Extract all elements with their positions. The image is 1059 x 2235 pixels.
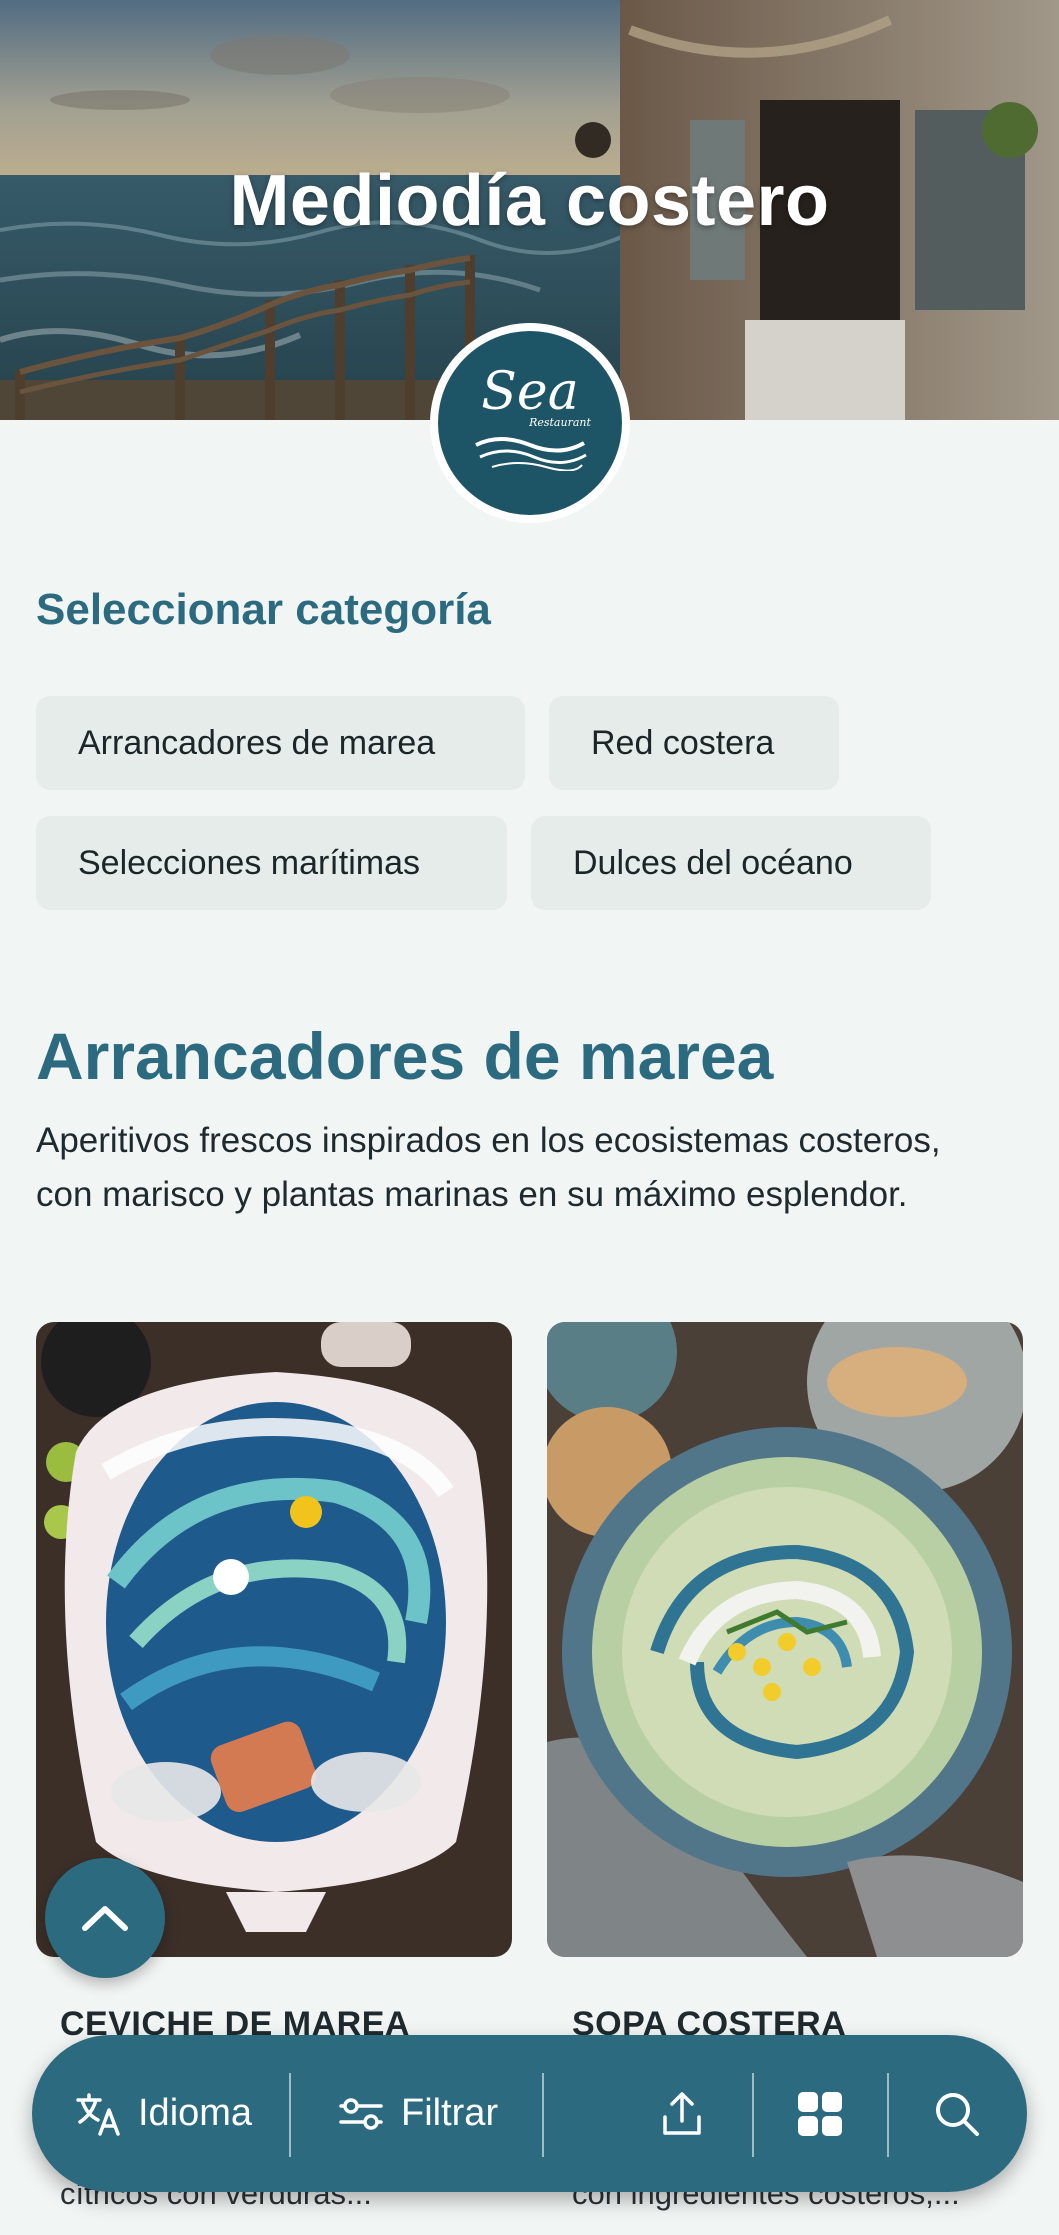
- wave-icon: [475, 436, 587, 471]
- category-description: Aperitivos frescos inspirados en los eco…: [36, 1121, 941, 1214]
- bottom-toolbar: Idioma Filtrar: [32, 2035, 1027, 2192]
- filter-icon: [339, 2097, 383, 2130]
- category-selector-label: Seleccionar categoría: [36, 585, 491, 634]
- category-title: Arrancadores de marea: [36, 1019, 774, 1093]
- share-icon: [663, 2091, 701, 2135]
- translate-icon: [76, 2092, 120, 2136]
- share-button[interactable]: [657, 2035, 707, 2192]
- toolbar-divider: [752, 2073, 754, 2157]
- grid-icon: [798, 2091, 842, 2136]
- category-chip-dulces[interactable]: Dulces del océano: [531, 816, 931, 910]
- toolbar-divider: [887, 2073, 889, 2157]
- filter-label: Filtrar: [401, 2092, 499, 2134]
- dish-card-image-sopa[interactable]: [547, 1322, 1023, 1957]
- filter-button[interactable]: Filtrar: [337, 2035, 498, 2192]
- scroll-to-top-button[interactable]: [45, 1858, 165, 1978]
- category-chip-selecciones[interactable]: Selecciones marítimas: [36, 816, 507, 910]
- restaurant-logo: Sea Restaurant: [430, 323, 630, 523]
- page-title: Mediodía costero: [229, 161, 830, 241]
- search-icon: [936, 2092, 979, 2136]
- chevron-up-icon: [82, 1906, 128, 1931]
- category-chip-arrancadores[interactable]: Arrancadores de marea: [36, 696, 525, 790]
- logo-subtitle: Restaurant: [529, 415, 591, 429]
- chip-label: Arrancadores de marea: [78, 723, 436, 762]
- coastal-soup-image: [547, 1322, 1023, 1957]
- chip-label: Red costera: [591, 723, 775, 762]
- logo-word: Sea: [481, 361, 579, 422]
- chip-label: Selecciones marítimas: [78, 843, 421, 882]
- chip-label: Dulces del océano: [573, 843, 853, 882]
- language-button[interactable]: Idioma: [74, 2035, 252, 2192]
- search-button[interactable]: [932, 2035, 982, 2192]
- grid-view-button[interactable]: [795, 2035, 845, 2192]
- toolbar-divider: [542, 2073, 544, 2157]
- toolbar-divider: [289, 2073, 291, 2157]
- language-label: Idioma: [138, 2092, 253, 2134]
- category-chip-red-costera[interactable]: Red costera: [549, 696, 839, 790]
